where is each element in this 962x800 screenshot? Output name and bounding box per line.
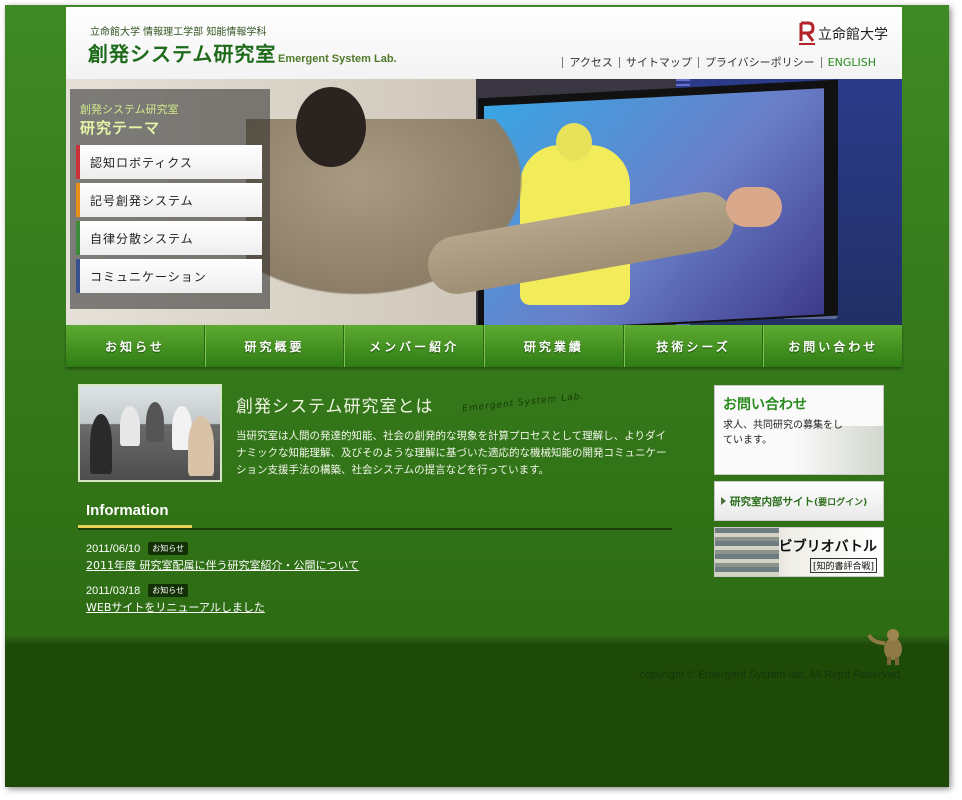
news-link[interactable]: 2011年度 研究室配属に伴う研究室紹介・公開について <box>86 557 676 573</box>
ritsumeikan-r-icon <box>799 21 815 47</box>
theme-item-label: 認知ロボティクス <box>90 155 193 170</box>
research-theme-subtitle: 創発システム研究室 <box>80 103 179 116</box>
util-link-english[interactable]: ENGLISH <box>820 57 882 68</box>
nav-research-overview[interactable]: 研究概要 <box>204 325 345 367</box>
util-link-sitemap[interactable]: サイトマップ <box>618 57 698 68</box>
nav-members[interactable]: メンバー紹介 <box>344 325 485 367</box>
hero-image: 創発システム研究室 研究テーマ 認知ロボティクス 記号創発システム 自律分散シス… <box>66 79 902 325</box>
site-logo-subtitle: Emergent System Lab. <box>278 53 397 65</box>
hero-person <box>246 119 566 325</box>
mascot-icon <box>867 629 902 665</box>
department-label: 立命館大学 情報理工学部 知能情報学科 <box>90 27 267 38</box>
theme-item-symbol-emergence[interactable]: 記号創発システム <box>76 183 262 217</box>
sidebar-bibliobattle-banner[interactable]: ビブリオバトル [知的書評合戦] <box>714 527 884 577</box>
news-item: 2011/06/10 お知らせ 2011年度 研究室配属に伴う研究室紹介・公開につ… <box>86 542 676 573</box>
nav-news[interactable]: お知らせ <box>66 325 205 367</box>
about-description: 当研究室は人間の発達的知能、社会の創発的な現象を計算プロセスとして理解し、よりダ… <box>236 430 667 476</box>
contact-banner-title: お問い合わせ <box>723 397 807 413</box>
bibliobattle-title: ビブリオバトル <box>778 539 877 555</box>
information-section-header: Information <box>78 500 672 530</box>
research-theme-panel: 創発システム研究室 研究テーマ 認知ロボティクス 記号創発システム 自律分散シス… <box>70 89 270 309</box>
bibliobattle-subtitle: [知的書評合戦] <box>809 558 877 573</box>
university-logo[interactable]: 立命館大学 <box>799 21 888 47</box>
about-title: 創発システム研究室とは <box>236 397 434 417</box>
copyright-text: copyright © Emergent System lab. All Rig… <box>639 669 903 681</box>
internal-site-label: 研究室内部サイト <box>730 495 814 508</box>
theme-item-label: コミュニケーション <box>90 269 207 284</box>
theme-item-label: 記号創発システム <box>90 193 194 208</box>
nav-contact[interactable]: お問い合わせ <box>763 325 902 367</box>
theme-item-autonomous-distributed[interactable]: 自律分散システム <box>76 221 262 255</box>
util-link-privacy[interactable]: プライバシーポリシー <box>697 57 821 68</box>
theme-item-cognitive-robotics[interactable]: 認知ロボティクス <box>76 145 262 179</box>
footer: copyright © Emergent System lab. All Rig… <box>5 629 949 787</box>
research-theme-title: 研究テーマ <box>80 119 161 137</box>
nav-publications[interactable]: 研究業績 <box>484 325 624 367</box>
global-nav: お知らせ 研究概要 メンバー紹介 研究業績 技術シーズ お問い合わせ <box>66 325 902 367</box>
news-badge: お知らせ <box>148 584 189 597</box>
news-item: 2011/03/18 お知らせ WEBサイトをリニューアルしました <box>86 584 676 615</box>
books-image <box>715 528 779 576</box>
arrow-right-icon <box>721 497 726 505</box>
lab-meeting-photo <box>78 384 222 482</box>
utility-nav: アクセス サイトマップ プライバシーポリシー ENGLISH <box>562 57 882 68</box>
information-heading: Information <box>78 502 192 528</box>
theme-item-label: 自律分散システム <box>90 231 194 246</box>
util-link-access[interactable]: アクセス <box>562 57 618 68</box>
nav-technology-seeds[interactable]: 技術シーズ <box>623 325 764 367</box>
news-badge: お知らせ <box>148 542 189 555</box>
site-header: 立命館大学 情報理工学部 知能情報学科 創発システム研究室 Emergent S… <box>66 7 902 79</box>
sidebar-internal-site-button[interactable]: 研究室内部サイト (要ログイン) <box>714 481 884 521</box>
theme-item-communication[interactable]: コミュニケーション <box>76 259 262 293</box>
news-link[interactable]: WEBサイトをリニューアルしました <box>86 599 676 615</box>
news-date: 2011/03/18 <box>86 585 141 597</box>
news-date: 2011/06/10 <box>86 543 141 555</box>
sidebar-contact-banner[interactable]: お問い合わせ 求人、共同研究の募集をしています。 <box>714 385 884 475</box>
contact-banner-text: 求人、共同研究の募集をしています。 <box>723 420 843 446</box>
university-name: 立命館大学 <box>818 27 888 43</box>
site-logo-title[interactable]: 創発システム研究室 <box>88 38 276 67</box>
internal-site-note: (要ログイン) <box>814 497 868 508</box>
